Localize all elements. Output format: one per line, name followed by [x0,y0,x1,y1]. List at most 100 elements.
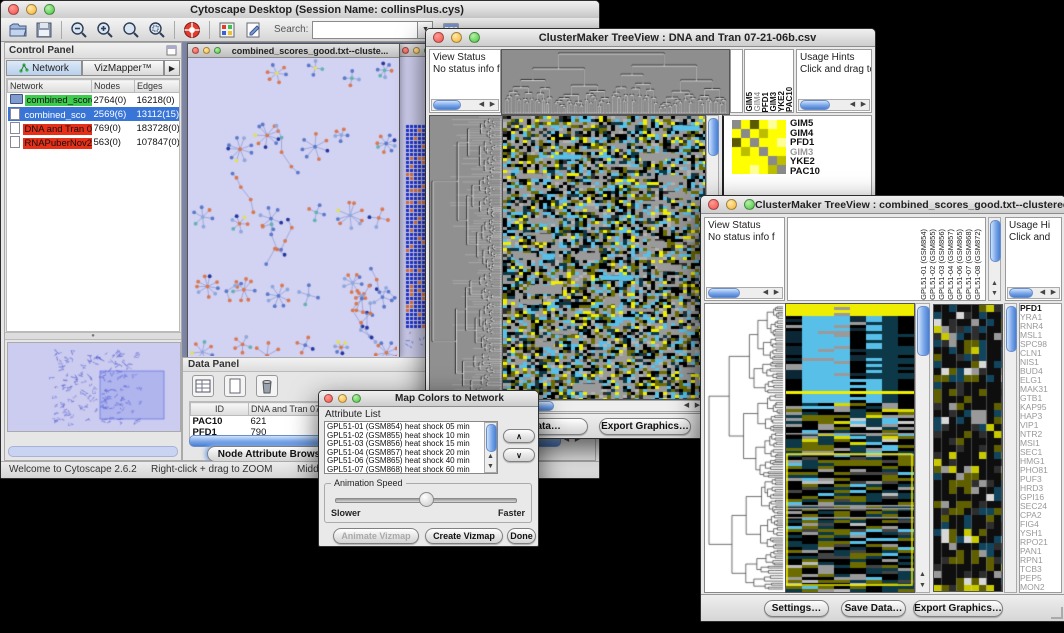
tv2-save-data-button[interactable]: Save Data… [841,600,906,617]
tv2-gene-label[interactable]: RPO21 [1020,538,1061,547]
tv2-heatmap-vscrollbar[interactable]: ▲▼ [915,303,930,593]
tv2-gene-label[interactable]: GTB1 [1020,394,1061,403]
tv1-viewstatus-hscrollbar[interactable]: ◀▶ [431,99,499,111]
tv1-gene-label[interactable]: GIM4 [790,129,820,139]
tv1-gene-label[interactable]: GIM5 [790,119,820,129]
col-header-nodes[interactable]: Nodes [92,80,135,93]
tv2-gene-label[interactable]: MSI1 [1020,439,1061,448]
scroll-down-icon[interactable]: ▼ [485,462,496,472]
move-attribute-down-button[interactable]: ∨ [503,448,535,462]
minimize-icon[interactable] [726,199,737,210]
tv2-gene-label[interactable]: MSL1 [1020,331,1061,340]
col-header-edges[interactable]: Edges [135,80,181,93]
zoom-window-icon[interactable] [44,4,55,15]
annotation-icon[interactable] [243,20,263,40]
tv1-export-graphics-button[interactable]: Export Graphics… [599,418,691,435]
scroll-up-icon[interactable]: ▲ [989,279,1000,289]
tv2-settings-button[interactable]: Settings… [764,600,829,617]
open-file-icon[interactable] [8,20,28,40]
network-table-row[interactable]: RNAPuberNov2+ 563(0)107847(0) [8,135,181,149]
close-icon[interactable] [192,47,199,54]
tv2-gene-label[interactable]: MAK31 [1020,385,1061,394]
minimize-icon[interactable] [26,4,37,15]
tv2-gene-label[interactable]: SPC98 [1020,340,1061,349]
tv2-gene-label[interactable]: HRD3 [1020,484,1061,493]
dialog-titlebar[interactable]: Map Colors to Network [319,391,538,407]
tv2-gene-label[interactable]: TCB3 [1020,565,1061,574]
scroll-down-icon[interactable]: ▼ [989,289,1000,299]
scroll-up-icon[interactable]: ▲ [917,570,928,580]
tv2-heatmap[interactable] [785,303,915,593]
tv2-viewstatus-hscrollbar[interactable]: ◀▶ [706,287,783,299]
control-panel-hscrollbar[interactable] [8,446,178,457]
tv2-gene-label[interactable]: PAN1 [1020,547,1061,556]
main-titlebar[interactable]: Cytoscape Desktop (Session Name: collins… [1,1,599,19]
attribute-list-item[interactable]: GPL51-07 (GSM868) heat shock 60 min [327,466,495,474]
network-table-row[interactable]: combined_sco 2569(6)13112(15) [8,107,181,121]
zoom-in-icon[interactable] [95,20,115,40]
tv2-gene-label[interactable]: VIP1 [1020,421,1061,430]
tv2-gene-label[interactable]: PEP5 [1020,574,1061,583]
tv2-gene-label[interactable]: CLN1 [1020,349,1061,358]
slider-thumb[interactable] [419,492,434,507]
attribute-list-vscrollbar[interactable]: ▲▼ [484,422,497,473]
close-icon[interactable] [402,47,409,54]
minimize-icon[interactable] [338,394,347,403]
help-icon[interactable] [182,20,202,40]
tv2-gene-label[interactable]: GPI16 [1020,493,1061,502]
tv1-row-dendrogram[interactable] [429,115,503,400]
tab-vizmapper[interactable]: VizMapper™ [82,60,164,76]
zoom-out-icon[interactable] [69,20,89,40]
tv2-gene-label[interactable]: ELG1 [1020,376,1061,385]
treeview1-titlebar[interactable]: ClusterMaker TreeView : DNA and Tran 07-… [426,29,875,47]
tv2-gene-label[interactable]: PUF3 [1020,475,1061,484]
close-icon[interactable] [8,4,19,15]
birdseye-view[interactable] [7,342,181,432]
close-icon[interactable] [433,32,444,43]
tv2-gene-label[interactable]: SEC1 [1020,448,1061,457]
close-icon[interactable] [324,394,333,403]
col-header-network[interactable]: Network [8,80,92,93]
tv2-gene-label[interactable]: CPA2 [1020,511,1061,520]
zoom-window-icon[interactable] [352,394,361,403]
zoom-window-icon[interactable] [744,199,755,210]
tv2-gene-label[interactable]: SEC24 [1020,502,1061,511]
attribute-list[interactable]: GPL51-01 (GSM854) heat shock 05 minGPL51… [324,421,498,474]
tv2-zoom-vscrollbar[interactable] [1004,303,1017,593]
tv2-gene-label[interactable]: RNR4 [1020,322,1061,331]
tv2-gene-label[interactable]: NIS1 [1020,358,1061,367]
network-frame-1[interactable]: combined_scores_good.txt--cluste... [187,43,400,357]
tv2-gene-label[interactable]: HMG1 [1020,457,1061,466]
close-icon[interactable] [708,199,719,210]
tv2-gene-label[interactable]: KAP95 [1020,403,1061,412]
float-panel-icon[interactable] [166,45,177,56]
zoom-window-icon[interactable] [469,32,480,43]
delete-attribute-icon[interactable] [256,375,278,397]
minimize-icon[interactable] [203,47,210,54]
tv1-zoom-matrix[interactable] [732,120,786,174]
move-attribute-up-button[interactable]: ∧ [503,429,535,443]
done-button[interactable]: Done [507,528,536,544]
select-attributes-icon[interactable] [192,375,214,397]
tv2-export-graphics-button[interactable]: Export Graphics… [913,600,1003,617]
tv2-gene-label[interactable]: PHO81 [1020,466,1061,475]
minimize-icon[interactable] [413,47,420,54]
zoom-fit-icon[interactable] [121,20,141,40]
network-table-row[interactable]: combined_scores 2764(0)16218(0) [8,93,181,108]
node-attribute-browser-button[interactable]: Node Attribute Brows [207,446,331,462]
panel-divider[interactable]: ● [5,332,181,340]
tv2-zoom-heatmap[interactable] [933,304,1003,592]
tv1-usagehints-hscrollbar[interactable]: ◀▶ [798,99,870,111]
tv1-heatmap[interactable] [502,115,706,400]
tv2-gene-label[interactable]: NTR2 [1020,430,1061,439]
tv1-gene-label[interactable]: GIM3 [790,148,820,158]
scroll-down-icon[interactable]: ▼ [917,581,928,591]
tv1-gene-label[interactable]: YKE2 [790,157,820,167]
tv1-gene-label[interactable]: PAC10 [790,167,820,177]
tv2-row-dendrogram[interactable] [704,303,786,593]
search-input[interactable] [312,21,418,39]
tv2-gene-label[interactable]: YRA1 [1020,313,1061,322]
tv2-usagehints-hscrollbar[interactable]: ◀▶ [1007,287,1060,299]
new-attribute-icon[interactable] [224,375,246,397]
minimize-icon[interactable] [451,32,462,43]
